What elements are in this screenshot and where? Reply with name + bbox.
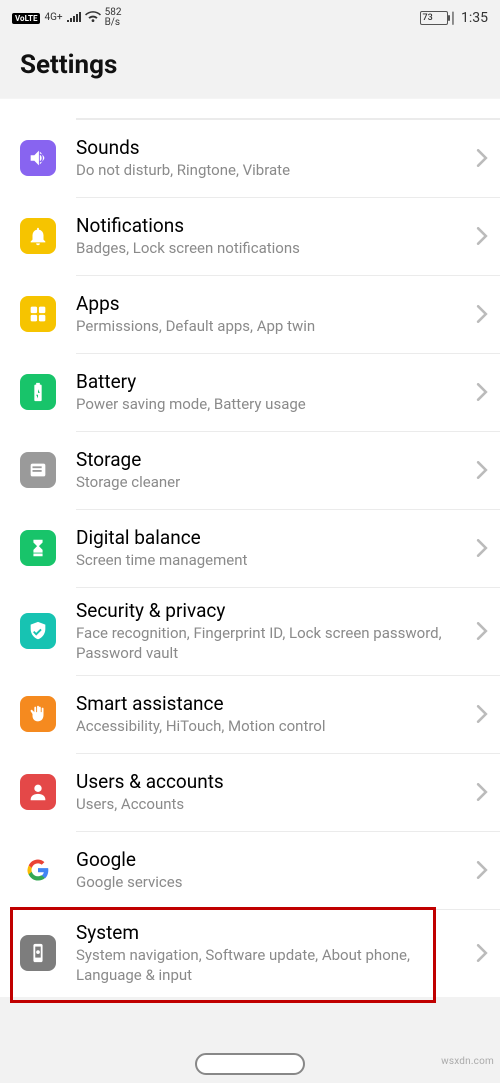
gesture-nav-pill[interactable] (195, 1053, 305, 1075)
charging-icon: ⎢ (452, 12, 458, 25)
row-sounds[interactable]: Sounds Do not disturb, Ringtone, Vibrate (0, 119, 500, 197)
clock: 1:35 (461, 10, 488, 26)
bell-icon (20, 218, 56, 254)
page-title: Settings (0, 30, 500, 98)
row-smart-assistance[interactable]: Smart assistance Accessibility, HiTouch,… (0, 675, 500, 753)
chevron-right-icon (468, 305, 496, 323)
battery-icon (20, 374, 56, 410)
row-subtitle: Screen time management (76, 551, 464, 571)
network-generation: 4G+ (44, 13, 62, 23)
settings-list: Sounds Do not disturb, Ringtone, Vibrate… (0, 98, 500, 997)
wifi-icon (85, 11, 101, 26)
chevron-right-icon (468, 539, 496, 557)
row-title: Battery (76, 370, 464, 393)
row-security-privacy[interactable]: Security & privacy Face recognition, Fin… (0, 587, 500, 675)
row-subtitle: System navigation, Software update, Abou… (76, 946, 464, 985)
truncated-prev-row (76, 99, 500, 119)
row-title: System (76, 921, 464, 944)
chevron-right-icon (468, 861, 496, 879)
apps-grid-icon (20, 296, 56, 332)
row-title: Storage (76, 448, 464, 471)
volte-badge: VoLTE (12, 13, 40, 24)
row-subtitle: Do not disturb, Ringtone, Vibrate (76, 161, 464, 181)
row-subtitle: Power saving mode, Battery usage (76, 395, 464, 415)
row-text: Smart assistance Accessibility, HiTouch,… (76, 692, 468, 737)
row-subtitle: Users, Accounts (76, 795, 464, 815)
row-notifications[interactable]: Notifications Badges, Lock screen notifi… (0, 197, 500, 275)
row-subtitle: Permissions, Default apps, App twin (76, 317, 464, 337)
row-title: Sounds (76, 136, 464, 159)
row-text: Security & privacy Face recognition, Fin… (76, 599, 468, 663)
watermark: wsxdn.com (441, 1056, 494, 1067)
status-left: VoLTE 4G+ 582B/s (12, 8, 121, 28)
row-title: Smart assistance (76, 692, 464, 715)
row-title: Google (76, 848, 464, 871)
row-subtitle: Storage cleaner (76, 473, 464, 493)
user-icon (20, 774, 56, 810)
signal-bars-icon (67, 11, 81, 25)
row-subtitle: Badges, Lock screen notifications (76, 239, 464, 259)
storage-icon (20, 452, 56, 488)
row-subtitle: Face recognition, Fingerprint ID, Lock s… (76, 624, 464, 663)
chevron-right-icon (468, 622, 496, 640)
battery-indicator: 73 (420, 11, 448, 25)
row-google[interactable]: Google Google services (0, 831, 500, 909)
device-info-icon (20, 935, 56, 971)
row-text: Battery Power saving mode, Battery usage (76, 370, 468, 415)
shield-icon (20, 613, 56, 649)
row-subtitle: Google services (76, 873, 464, 893)
row-title: Apps (76, 292, 464, 315)
hourglass-icon (20, 530, 56, 566)
google-g-icon (20, 852, 56, 888)
row-apps[interactable]: Apps Permissions, Default apps, App twin (0, 275, 500, 353)
row-text: Digital balance Screen time management (76, 526, 468, 571)
row-subtitle: Accessibility, HiTouch, Motion control (76, 717, 464, 737)
row-text: Users & accounts Users, Accounts (76, 770, 468, 815)
row-title: Digital balance (76, 526, 464, 549)
sound-icon (20, 140, 56, 176)
chevron-right-icon (468, 461, 496, 479)
row-text: System System navigation, Software updat… (76, 921, 468, 985)
hand-icon (20, 696, 56, 732)
row-text: Apps Permissions, Default apps, App twin (76, 292, 468, 337)
status-right: 73 ⎢ 1:35 (420, 10, 489, 26)
chevron-right-icon (468, 149, 496, 167)
row-text: Sounds Do not disturb, Ringtone, Vibrate (76, 136, 468, 181)
row-users-accounts[interactable]: Users & accounts Users, Accounts (0, 753, 500, 831)
row-storage[interactable]: Storage Storage cleaner (0, 431, 500, 509)
row-title: Users & accounts (76, 770, 464, 793)
row-title: Security & privacy (76, 599, 464, 622)
chevron-right-icon (468, 705, 496, 723)
chevron-right-icon (468, 383, 496, 401)
row-text: Storage Storage cleaner (76, 448, 468, 493)
row-text: Notifications Badges, Lock screen notifi… (76, 214, 468, 259)
chevron-right-icon (468, 944, 496, 962)
row-title: Notifications (76, 214, 464, 237)
row-text: Google Google services (76, 848, 468, 893)
status-bar: VoLTE 4G+ 582B/s 73 ⎢ 1:35 (0, 0, 500, 30)
chevron-right-icon (468, 783, 496, 801)
row-battery[interactable]: Battery Power saving mode, Battery usage (0, 353, 500, 431)
chevron-right-icon (468, 227, 496, 245)
data-rate: 582B/s (105, 8, 122, 28)
row-digital-balance[interactable]: Digital balance Screen time management (0, 509, 500, 587)
row-system[interactable]: System System navigation, Software updat… (0, 909, 500, 997)
